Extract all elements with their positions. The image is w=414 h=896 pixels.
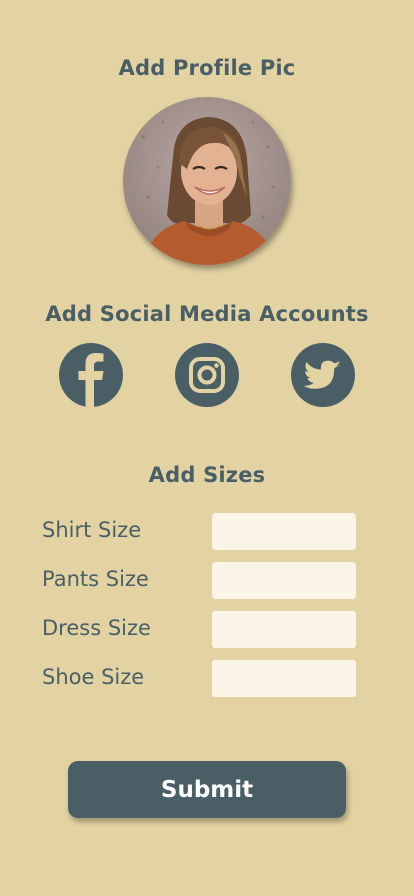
pants-size-label: Pants Size (42, 567, 149, 591)
twitter-icon (303, 360, 341, 389)
shirt-size-row: Shirt Size (42, 513, 356, 550)
pants-size-input[interactable] (212, 562, 356, 599)
shoe-size-input[interactable] (212, 660, 356, 697)
dress-size-input[interactable] (212, 611, 356, 648)
dress-size-row: Dress Size (42, 611, 356, 648)
instagram-button[interactable] (175, 343, 239, 407)
add-sizes-heading: Add Sizes (148, 463, 266, 487)
shirt-size-label: Shirt Size (42, 518, 142, 542)
profile-setup-screen: Add Profile Pic Add Social Media Account… (0, 0, 414, 896)
add-profile-pic-heading: Add Profile Pic (118, 56, 296, 80)
shirt-size-input[interactable] (212, 513, 356, 550)
dress-size-label: Dress Size (42, 616, 151, 640)
shoe-size-label: Shoe Size (42, 665, 145, 689)
instagram-icon (189, 357, 225, 393)
submit-button[interactable]: Submit (68, 761, 346, 818)
pants-size-row: Pants Size (42, 562, 356, 599)
facebook-icon (78, 353, 104, 407)
add-social-media-heading: Add Social Media Accounts (45, 302, 369, 326)
profile-avatar[interactable] (123, 97, 291, 265)
facebook-button[interactable] (59, 343, 123, 407)
avatar-photo (123, 97, 291, 265)
twitter-button[interactable] (291, 343, 355, 407)
shoe-size-row: Shoe Size (42, 660, 356, 697)
